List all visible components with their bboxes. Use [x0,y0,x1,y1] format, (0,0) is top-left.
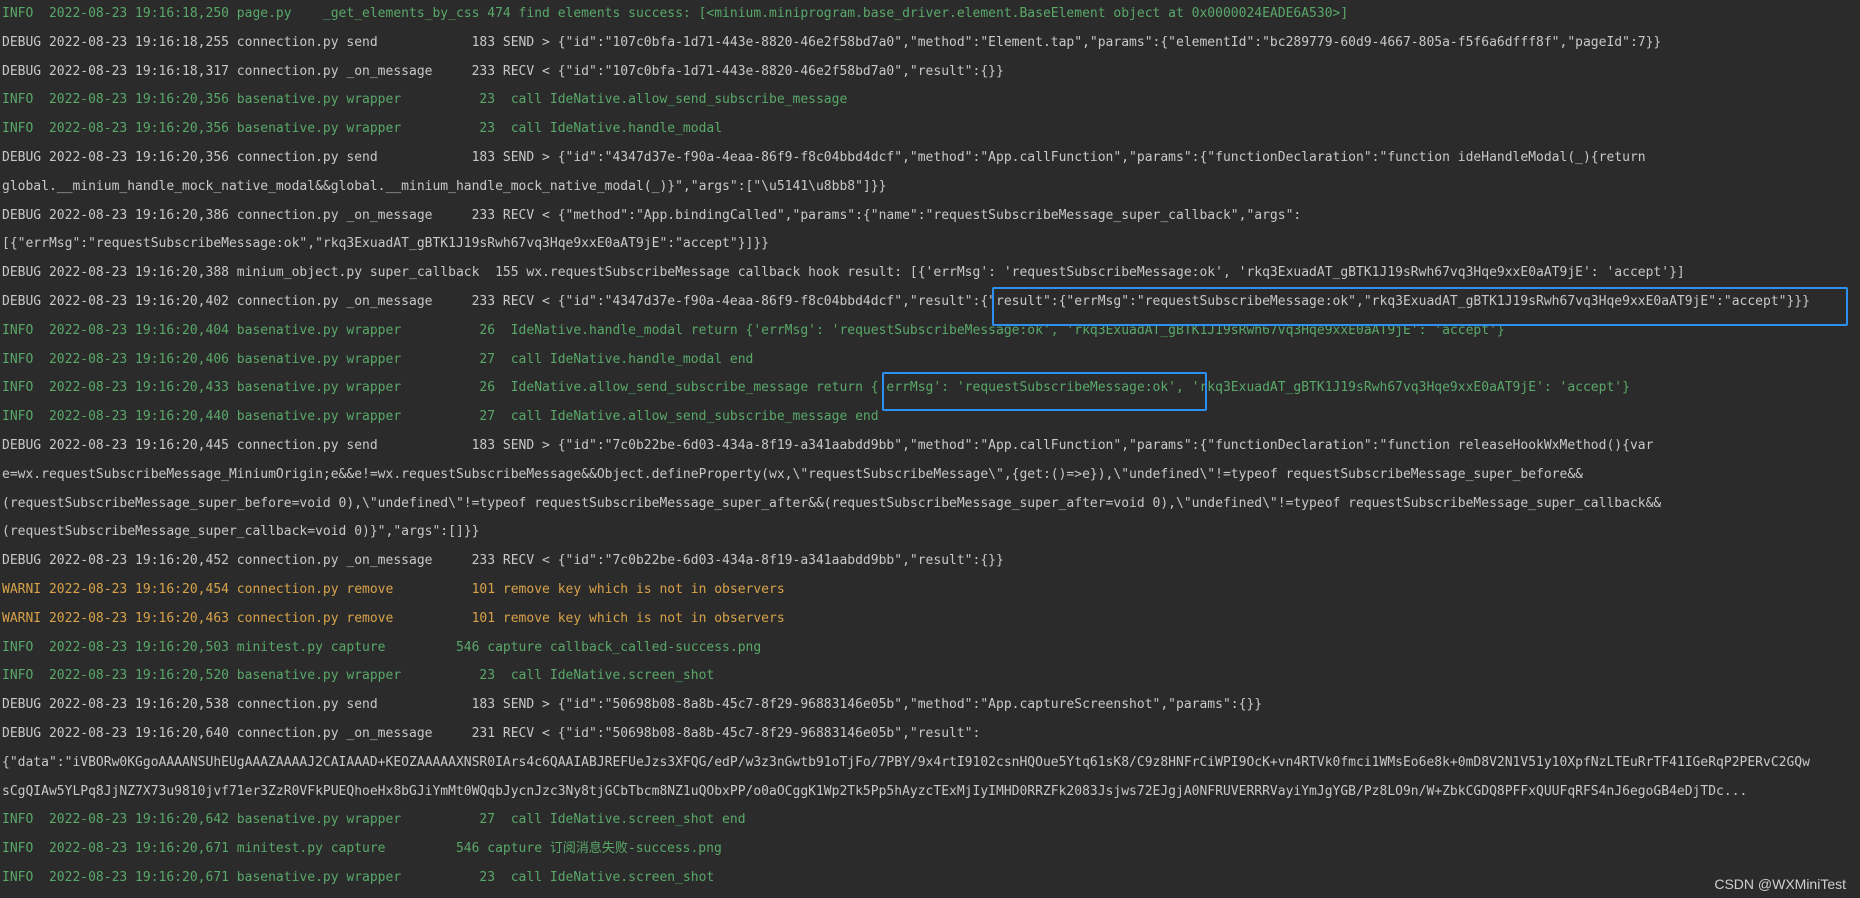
log-line: INFO 2022-08-23 19:16:20,433 basenative.… [2,380,1630,396]
log-line: INFO 2022-08-23 19:16:20,356 basenative.… [2,121,723,137]
log-line: INFO 2022-08-23 19:16:20,404 basenative.… [2,322,1505,338]
log-line: DEBUG 2022-08-23 19:16:18,317 connection… [2,63,1004,79]
log-line: INFO 2022-08-23 19:16:20,406 basenative.… [2,351,754,367]
log-line: DEBUG 2022-08-23 19:16:20,538 connection… [2,697,1263,713]
log-line: DEBUG 2022-08-23 19:16:20,445 connection… [2,437,1654,453]
log-line: INFO 2022-08-23 19:16:20,356 basenative.… [2,92,848,108]
log-line: DEBUG 2022-08-23 19:16:20,640 connection… [2,725,981,741]
log-line: DEBUG 2022-08-23 19:16:20,388 minium_obj… [2,265,1685,281]
log-line-continuation: [{"errMsg":"requestSubscribeMessage:ok",… [2,236,770,252]
log-line-continuation: e=wx.requestSubscribeMessage_MiniumOrigi… [2,466,1583,482]
log-line: INFO 2022-08-23 19:16:20,642 basenative.… [2,812,746,828]
log-line: WARNI 2022-08-23 19:16:20,454 connection… [2,581,785,597]
log-line: INFO 2022-08-23 19:16:20,440 basenative.… [2,409,879,425]
log-line-continuation: (requestSubscribeMessage_super_callback=… [2,524,480,540]
log-line: DEBUG 2022-08-23 19:16:20,452 connection… [2,553,1004,569]
log-line: DEBUG 2022-08-23 19:16:20,386 connection… [2,207,1302,223]
log-console: INFO 2022-08-23 19:16:18,250 page.py _ge… [0,0,1860,898]
log-line: WARNI 2022-08-23 19:16:20,463 connection… [2,610,785,626]
log-line: INFO 2022-08-23 19:16:20,503 minitest.py… [2,639,762,655]
log-line: INFO 2022-08-23 19:16:20,671 basenative.… [2,869,715,885]
log-line: INFO 2022-08-23 19:16:18,250 page.py _ge… [2,6,1349,21]
log-line-continuation: global.__minium_handle_mock_native_modal… [2,178,887,194]
log-line: INFO 2022-08-23 19:16:20,520 basenative.… [2,668,715,684]
log-line-continuation: sCgQIAw5YLPq8JjNZ7X73u9810jvf71er3ZzR0VF… [2,783,1748,799]
log-lines: INFO 2022-08-23 19:16:18,250 page.py _ge… [0,0,1860,893]
log-line: INFO 2022-08-23 19:16:20,671 minitest.py… [2,841,722,857]
log-line: DEBUG 2022-08-23 19:16:20,356 connection… [2,149,1646,165]
log-line: DEBUG 2022-08-23 19:16:20,402 connection… [2,293,1810,309]
log-line-continuation: (requestSubscribeMessage_super_before=vo… [2,495,1662,511]
log-line: DEBUG 2022-08-23 19:16:18,255 connection… [2,34,1662,50]
watermark: CSDN @WXMiniTest [1714,876,1846,892]
log-line-continuation: {"data":"iVBORw0KGgoAAAANSUhEUgAAAZAAAAJ… [2,754,1810,770]
